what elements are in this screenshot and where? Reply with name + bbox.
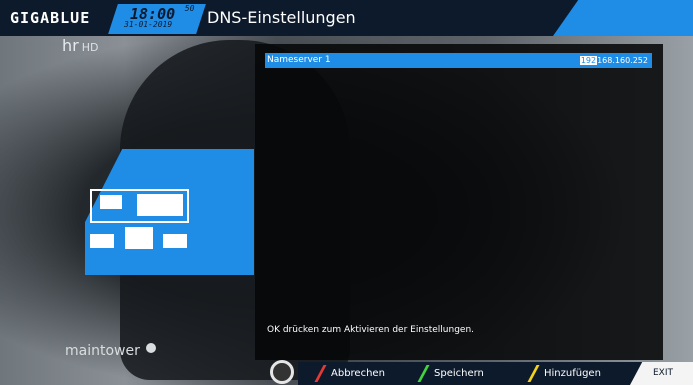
channel-name: hr — [62, 36, 79, 55]
clock-seconds: 50 — [184, 4, 195, 13]
channel-logo: hr HD — [62, 36, 98, 55]
cancel-label: Abbrechen — [331, 368, 385, 379]
page-title: DNS-Einstellungen — [207, 8, 356, 27]
nameserver-value-rest: 168.160.252 — [597, 56, 648, 65]
exit-button[interactable]: EXIT — [653, 368, 673, 378]
knob-icon — [270, 360, 294, 384]
program-watermark: maintower — [65, 343, 140, 359]
receiver-display-icon — [100, 195, 122, 209]
clock: 18:00 50 31-01-2019 — [124, 4, 195, 29]
lan-port-center-icon — [125, 227, 153, 249]
cancel-button[interactable]: Abbrechen — [314, 365, 385, 382]
save-button[interactable]: Speichern — [417, 365, 484, 382]
brand-logo: GIGABLUE — [10, 9, 91, 27]
nameserver-value-cursor[interactable]: 192 — [579, 56, 598, 65]
help-hint: OK drücken zum Aktivieren der Einstellun… — [267, 325, 475, 335]
lan-port-right-icon — [163, 234, 187, 248]
add-button[interactable]: Hinzufügen — [527, 365, 601, 382]
watermark-logo-icon — [146, 343, 156, 353]
save-label: Speichern — [434, 368, 484, 379]
nameserver-label: Nameserver 1 — [267, 55, 331, 65]
channel-hd: HD — [81, 41, 99, 54]
nameserver-row[interactable]: Nameserver 1 192168.160.252 — [265, 53, 652, 68]
receiver-panel-icon — [137, 194, 183, 216]
network-setup-panel — [85, 149, 254, 275]
add-label: Hinzufügen — [544, 368, 601, 379]
lan-port-left-icon — [90, 234, 114, 248]
clock-date: 31-01-2019 — [124, 20, 173, 29]
dns-settings-panel: Nameserver 1 192168.160.252 OK drücken z… — [255, 44, 663, 360]
nameserver-value[interactable]: 192168.160.252 — [579, 53, 648, 68]
